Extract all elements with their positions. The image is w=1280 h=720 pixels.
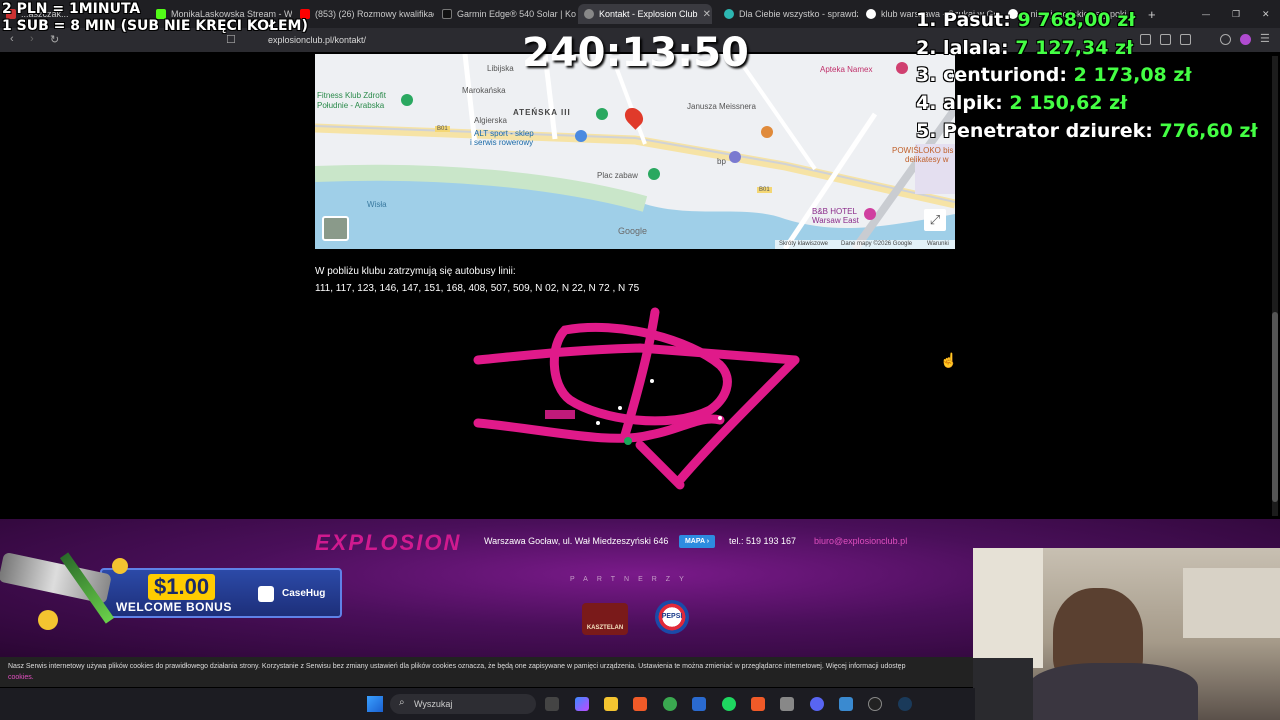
brave-icon[interactable] [633, 697, 647, 711]
task-view-icon[interactable] [545, 697, 559, 711]
notepad-icon[interactable] [839, 697, 853, 711]
poi-marker-icon[interactable] [729, 151, 741, 163]
casehug-banner[interactable]: $1.00 WELCOME BONUS CaseHug [0, 548, 345, 638]
tab-6[interactable]: Dla Ciebie wszystko - sprawdź... [718, 4, 858, 24]
menu-icon[interactable]: ☰ [1260, 32, 1270, 45]
copilot-icon[interactable] [575, 697, 589, 711]
bookmark-icon[interactable]: ☐ [226, 33, 236, 46]
close-tab-icon[interactable]: ✕ [703, 9, 711, 20]
partners-heading: PARTNERZY [570, 576, 693, 583]
forward-icon[interactable]: › [30, 33, 34, 45]
bonus-amount: $1.00 [148, 574, 216, 600]
globe-icon [584, 9, 594, 19]
reload-icon[interactable]: ↻ [50, 33, 59, 46]
map-canvas [315, 54, 955, 249]
map-attribution: Skróty klawiszowe Dane mapy ©2026 Google… [775, 240, 955, 249]
coin-icon [38, 610, 58, 630]
steam-icon[interactable] [898, 697, 912, 711]
poi-marker-icon[interactable] [648, 168, 660, 180]
window-background [973, 548, 1043, 668]
spotify-icon[interactable] [722, 697, 736, 711]
bus-heading: W pobliżu klubu zatrzymują się autobusy … [315, 266, 516, 277]
poi-marker-icon[interactable] [596, 108, 608, 120]
phone-number[interactable]: tel.: 519 193 167 [729, 536, 796, 546]
access-map-image [473, 307, 800, 490]
poi-marker-icon[interactable] [864, 208, 876, 220]
poi-marker-icon[interactable] [575, 130, 587, 142]
maximize-icon[interactable]: ❐ [1226, 4, 1240, 24]
fullscreen-icon[interactable]: ⤢ [924, 209, 946, 231]
taskbar-search[interactable]: Wyszukaj [390, 694, 536, 714]
back-icon[interactable]: ‹ [10, 33, 14, 45]
satellite-toggle-button[interactable] [322, 216, 349, 241]
file-explorer-icon[interactable] [604, 697, 618, 711]
headphones-chair [973, 658, 1033, 720]
bus-lines: 111, 117, 123, 146, 147, 151, 168, 408, … [315, 283, 640, 294]
search-icon: ⌕ [399, 697, 405, 708]
casehug-brand: CaseHug [282, 588, 326, 599]
keyboard-shortcuts-link[interactable]: Skróty klawiszowe [779, 240, 828, 249]
poi-marker-icon[interactable] [761, 126, 773, 138]
brave-icon[interactable] [751, 697, 765, 711]
tab-4[interactable]: Garmin Edge® 540 Solar | Kon... [436, 4, 576, 24]
profile-icon[interactable] [1240, 34, 1251, 45]
tab-kontakt-active[interactable]: Kontakt - Explosion Club ✕ [578, 4, 712, 24]
shield-icon[interactable] [1220, 34, 1231, 45]
cookie-text: Nasz Serwis internetowy używa plików coo… [8, 663, 906, 670]
kitchen-background [1183, 568, 1280, 638]
leaderboard-entry: 1. Pasut: 9 768,00 zł [916, 9, 1136, 31]
webcam-overlay [973, 548, 1280, 720]
poi-marker-icon[interactable] [401, 94, 413, 106]
obs-icon[interactable] [868, 697, 882, 711]
bonus-label: WELCOME BONUS [116, 600, 232, 614]
minimize-icon[interactable]: — [1196, 4, 1210, 24]
calculator-icon[interactable] [780, 697, 794, 711]
donation-rule-1: 2 PLN = 1MINUTA [2, 1, 141, 17]
streamer-body [1028, 663, 1198, 720]
discord-icon[interactable] [810, 697, 824, 711]
terms-link[interactable]: Warunki [927, 240, 949, 249]
store-icon[interactable] [692, 697, 706, 711]
extension-icon[interactable] [1140, 34, 1151, 45]
tab-favicon-icon [724, 9, 734, 19]
new-tab-button[interactable]: + [1142, 4, 1158, 24]
coin-icon [112, 558, 128, 574]
leaderboard-entry: 3. centuriond: 2 173,08 zł [916, 64, 1192, 86]
close-window-icon[interactable]: ✕ [1256, 4, 1270, 24]
sidebar-icon[interactable] [1160, 34, 1171, 45]
pepsi-logo[interactable]: PEPSI [655, 600, 689, 634]
google-map[interactable]: Libijska Marokańska ATEŃSKA III Algiersk… [315, 54, 955, 249]
subathon-timer: 240:13:50 [522, 30, 749, 76]
club-address: Warszawa Gocław, ul. Wał Miedzeszyński 6… [484, 536, 669, 546]
map-button[interactable]: MAPA › [679, 535, 715, 548]
hand-cursor-icon: ☝ [940, 352, 958, 368]
garmin-icon [442, 9, 452, 19]
chrome-icon[interactable] [663, 697, 677, 711]
cookie-banner: Nasz Serwis internetowy używa plików coo… [0, 657, 975, 687]
wallet-icon[interactable] [1180, 34, 1191, 45]
cookie-policy-link[interactable]: cookies. [8, 674, 34, 681]
leaderboard-entry: 4. alpik: 2 150,62 zł [916, 92, 1128, 114]
google-icon [866, 9, 876, 19]
poi-marker-icon[interactable] [896, 62, 908, 74]
donation-rule-2: 1 SUB = 8 MIN (SUB NIE KRĘCI KOŁEM) [2, 18, 308, 34]
leaderboard-entry: 2. lalala: 7 127,34 zł [916, 37, 1134, 59]
kasztelan-logo[interactable]: KASZTELAN [582, 603, 628, 635]
scrollbar-thumb[interactable] [1272, 312, 1278, 502]
casehug-logo-icon [258, 586, 274, 602]
windows-start-icon[interactable] [367, 696, 383, 712]
tab-3[interactable]: (853) (26) Rozmowy kwalifikac... [294, 4, 434, 24]
leaderboard-entry: 5. Penetrator dziurek: 776,60 zł [916, 120, 1258, 142]
email-link[interactable]: biuro@explosionclub.pl [814, 536, 907, 546]
